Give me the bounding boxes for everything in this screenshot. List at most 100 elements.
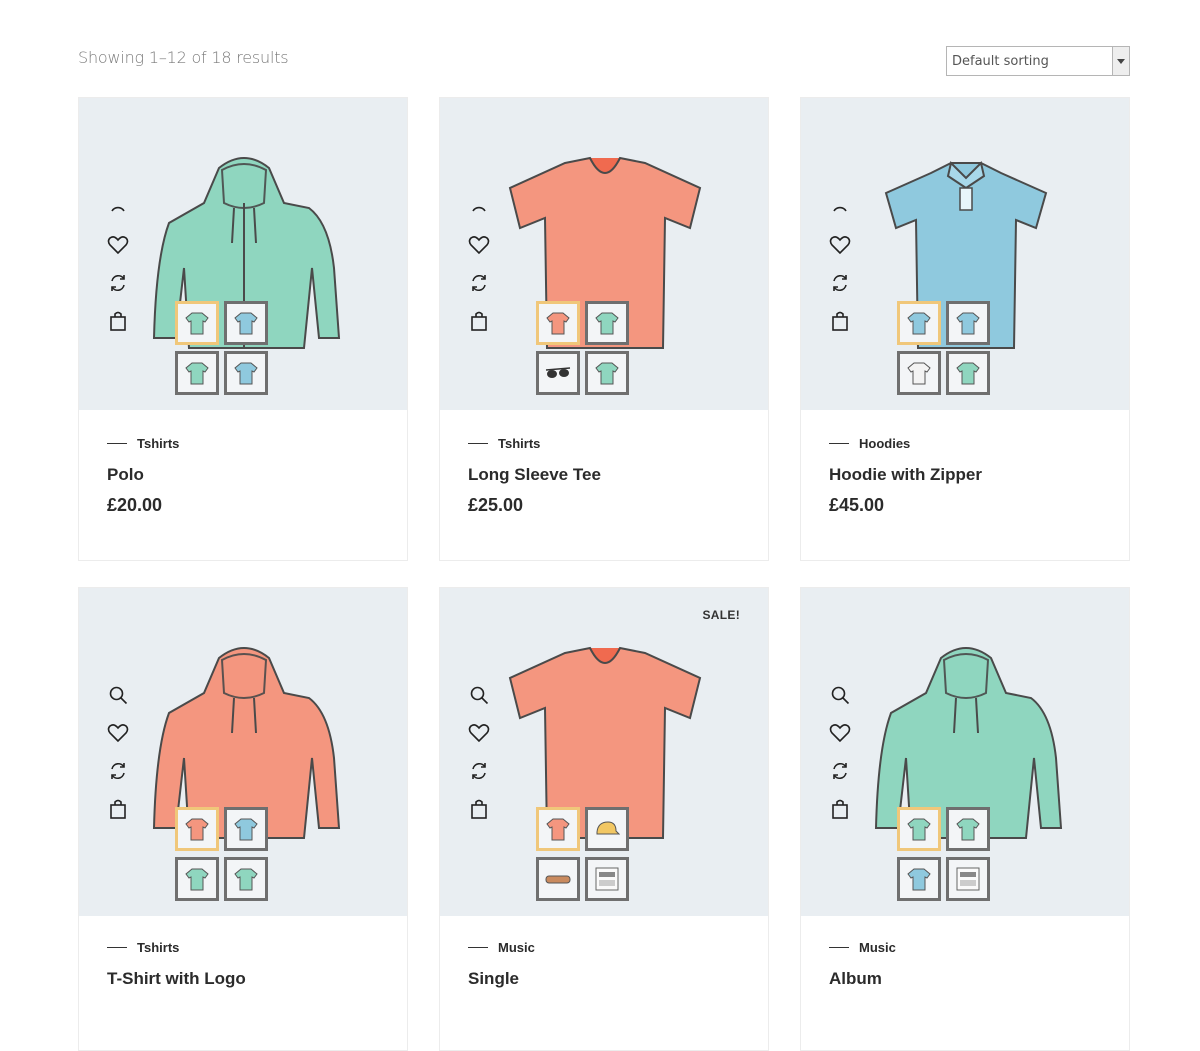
product-category[interactable]: Music [829,940,896,955]
swatch-thumbnail[interactable] [585,301,629,345]
swatch-thumbnail[interactable] [946,301,990,345]
swatch-thumbnail[interactable] [224,301,268,345]
product-title[interactable]: Single [468,969,535,989]
swatch-thumbnail[interactable] [175,351,219,395]
compare-icon[interactable] [827,270,853,296]
swatch-thumbnail[interactable] [585,857,629,901]
product-actions [827,682,853,834]
product-category[interactable]: Tshirts [468,436,601,451]
product-card[interactable]: Hoodies Hoodie with Zipper £45.00 [800,97,1130,561]
image-swatches [897,807,1041,907]
product-image-area[interactable] [79,98,407,410]
category-label[interactable]: Tshirts [137,436,179,451]
wishlist-heart-icon[interactable] [827,720,853,746]
product-title[interactable]: Hoodie with Zipper [829,465,982,485]
category-dash [829,947,849,948]
product-image-area[interactable]: SALE! [440,588,768,916]
swatch-thumbnail[interactable] [897,351,941,395]
product-image-area[interactable] [801,588,1129,916]
product-price: £20.00 [107,495,163,515]
result-count: Showing 1–12 of 18 results [78,48,289,67]
swatch-thumbnail[interactable] [946,857,990,901]
add-to-cart-bag-icon[interactable] [105,796,131,822]
swatch-thumbnail[interactable] [897,857,941,901]
product-card[interactable]: Music Album [800,587,1130,1051]
category-dash [468,947,488,948]
add-to-cart-bag-icon[interactable] [466,308,492,334]
category-dash [107,443,127,444]
add-to-cart-bag-icon[interactable] [105,308,131,334]
product-info: Music Single [468,940,535,989]
swatch-thumbnail[interactable] [224,351,268,395]
category-dash [107,947,127,948]
image-swatches [536,807,680,907]
product-category[interactable]: Music [468,940,535,955]
product-category[interactable]: Hoodies [829,436,982,451]
loading-spinner-icon[interactable] [105,194,131,220]
product-category[interactable]: Tshirts [107,436,179,451]
product-image-area[interactable] [79,588,407,916]
swatch-thumbnail[interactable] [224,807,268,851]
category-label[interactable]: Hoodies [859,436,910,451]
product-price: £25.00 [468,495,524,515]
category-label[interactable]: Tshirts [137,940,179,955]
sort-select-value: Default sorting [952,54,1049,69]
swatch-thumbnail[interactable] [536,807,580,851]
chevron-down-icon [1112,47,1129,75]
swatch-thumbnail[interactable] [536,857,580,901]
product-price: £45.00 [829,495,885,515]
swatch-thumbnail[interactable] [946,351,990,395]
compare-icon[interactable] [105,758,131,784]
wishlist-heart-icon[interactable] [466,232,492,258]
swatch-thumbnail[interactable] [175,807,219,851]
add-to-cart-bag-icon[interactable] [827,308,853,334]
product-title[interactable]: Album [829,969,896,989]
product-card[interactable]: Tshirts T-Shirt with Logo [78,587,408,1051]
sort-select[interactable]: Default sorting [946,46,1130,76]
product-title[interactable]: T-Shirt with Logo [107,969,246,989]
product-info: Music Album [829,940,896,989]
category-label[interactable]: Tshirts [498,436,540,451]
product-actions [105,682,131,834]
wishlist-heart-icon[interactable] [466,720,492,746]
add-to-cart-bag-icon[interactable] [466,796,492,822]
compare-icon[interactable] [466,270,492,296]
swatch-thumbnail[interactable] [585,351,629,395]
product-category[interactable]: Tshirts [107,940,246,955]
wishlist-heart-icon[interactable] [105,232,131,258]
product-card[interactable]: Tshirts Long Sleeve Tee £25.00 [439,97,769,561]
product-image-area[interactable] [440,98,768,410]
wishlist-heart-icon[interactable] [827,232,853,258]
search-icon[interactable] [827,682,853,708]
loading-spinner-icon[interactable] [466,194,492,220]
swatch-thumbnail[interactable] [536,301,580,345]
product-info: Tshirts Long Sleeve Tee £25.00 [468,436,601,516]
product-title[interactable]: Long Sleeve Tee [468,465,601,485]
image-swatches [175,301,319,401]
product-image-area[interactable] [801,98,1129,410]
product-title[interactable]: Polo [107,465,179,485]
product-info: Hoodies Hoodie with Zipper £45.00 [829,436,982,516]
swatch-thumbnail[interactable] [175,301,219,345]
compare-icon[interactable] [105,270,131,296]
product-card[interactable]: Tshirts Polo £20.00 [78,97,408,561]
search-icon[interactable] [466,682,492,708]
loading-spinner-icon[interactable] [827,194,853,220]
swatch-thumbnail[interactable] [536,351,580,395]
swatch-thumbnail[interactable] [175,857,219,901]
search-icon[interactable] [105,682,131,708]
swatch-thumbnail[interactable] [897,301,941,345]
compare-icon[interactable] [466,758,492,784]
add-to-cart-bag-icon[interactable] [827,796,853,822]
product-card[interactable]: SALE! Music Single [439,587,769,1051]
swatch-thumbnail[interactable] [946,807,990,851]
category-label[interactable]: Music [859,940,896,955]
shop-toolbar: Showing 1–12 of 18 results Default sorti… [78,44,1130,80]
category-label[interactable]: Music [498,940,535,955]
swatch-thumbnail[interactable] [224,857,268,901]
compare-icon[interactable] [827,758,853,784]
swatch-thumbnail[interactable] [585,807,629,851]
wishlist-heart-icon[interactable] [105,720,131,746]
image-swatches [175,807,319,907]
swatch-thumbnail[interactable] [897,807,941,851]
